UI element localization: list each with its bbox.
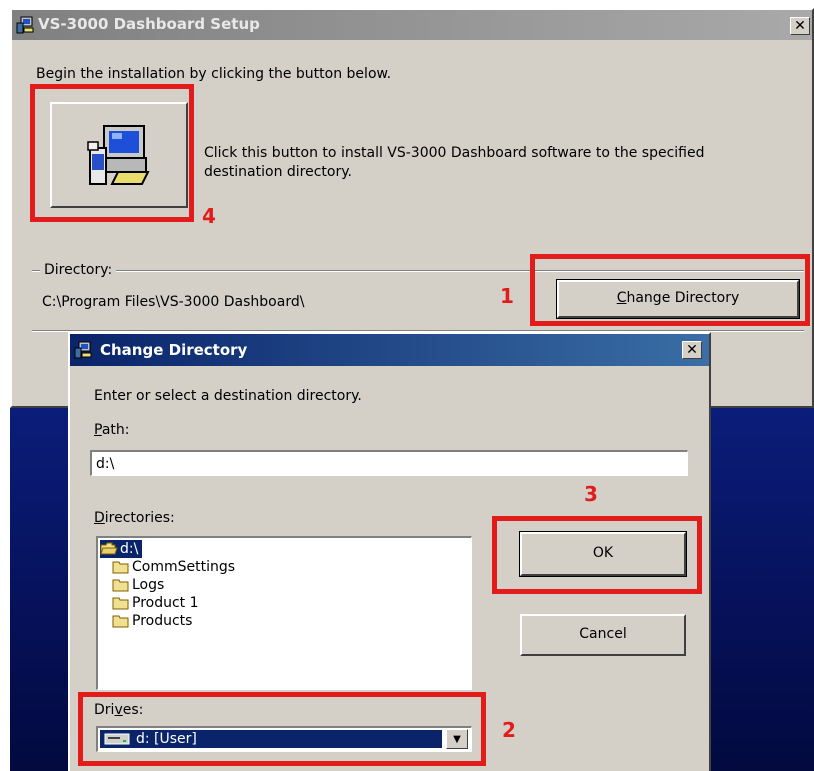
annotation-box-install: [30, 84, 194, 222]
annotation-number-1: 1: [500, 284, 514, 308]
directory-item-commsettings[interactable]: CommSettings: [112, 558, 239, 576]
annotation-number-3: 3: [584, 482, 598, 506]
directory-path: C:\Program Files\VS-3000 Dashboard\: [42, 294, 305, 310]
path-label: Path:: [94, 422, 130, 438]
dialog-prompt: Enter or select a destination directory.: [94, 388, 362, 404]
annotation-box-ok: [492, 516, 702, 594]
setup-title-bar[interactable]: VS-3000 Dashboard Setup ✕: [12, 10, 812, 40]
dialog-app-icon: [74, 341, 92, 359]
setup-app-icon: [16, 16, 34, 34]
install-button-description: Click this button to install VS-3000 Das…: [204, 145, 705, 180]
folder-icon: [112, 597, 129, 610]
begin-installation-text: Begin the installation by clicking the b…: [36, 66, 392, 82]
annotation-number-2: 2: [502, 718, 516, 742]
directories-label-mnemonic: D: [94, 510, 105, 526]
annotation-box-change-directory: [530, 254, 810, 326]
path-label-mnemonic: P: [94, 422, 102, 438]
directory-item-root[interactable]: d:\: [100, 540, 143, 558]
path-label-rest: ath:: [101, 422, 130, 438]
open-folder-icon: [100, 542, 118, 555]
directory-item-label: Logs: [132, 577, 165, 593]
directory-item-product-1[interactable]: Product 1: [112, 594, 203, 612]
dialog-title: Change Directory: [100, 341, 248, 359]
cancel-button[interactable]: Cancel: [520, 614, 686, 656]
directories-label-rest: irectories:: [104, 510, 175, 526]
setup-close-button[interactable]: ✕: [790, 17, 810, 35]
annotation-box-drives: [78, 692, 486, 766]
annotation-number-4: 4: [202, 204, 216, 228]
directory-item-label: d:\: [120, 541, 139, 557]
directory-item-logs[interactable]: Logs: [112, 576, 168, 594]
directory-group-label: Directory:: [40, 262, 117, 278]
folder-icon: [112, 579, 129, 592]
directory-item-label: CommSettings: [132, 559, 236, 575]
dialog-close-button[interactable]: ✕: [682, 341, 702, 359]
dialog-title-bar[interactable]: Change Directory ✕: [70, 334, 709, 366]
path-input[interactable]: [90, 450, 688, 476]
directory-item-label: Product 1: [132, 595, 199, 611]
directories-label: Directories:: [94, 510, 175, 526]
folder-icon: [112, 561, 129, 574]
setup-window-title: VS-3000 Dashboard Setup: [38, 15, 260, 33]
directories-list[interactable]: d:\ CommSettings Logs Product 1 Products: [96, 536, 472, 690]
folder-icon: [112, 615, 129, 628]
directory-item-products[interactable]: Products: [112, 612, 196, 630]
directory-item-label: Products: [132, 613, 193, 629]
